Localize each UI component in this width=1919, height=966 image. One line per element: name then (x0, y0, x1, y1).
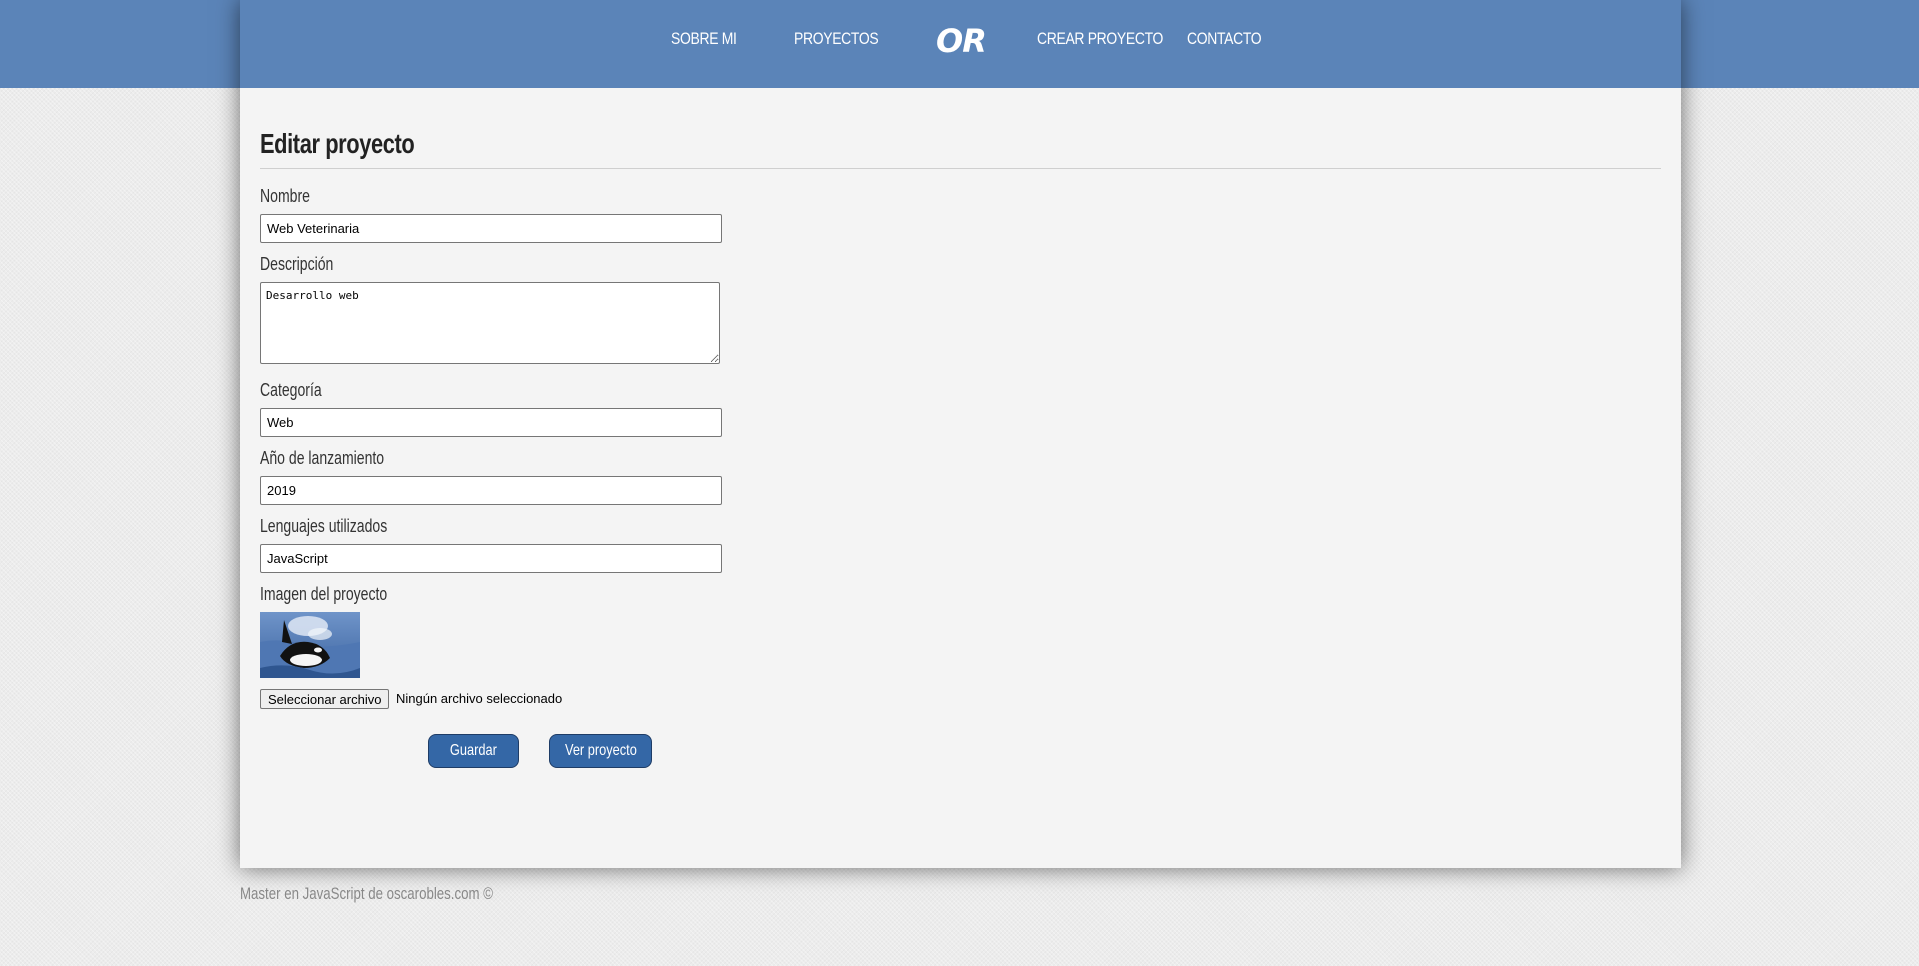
descripcion-label: Descripción (260, 254, 334, 274)
save-button[interactable]: Guardar (428, 734, 519, 768)
page-container: SOBRE MI PROYECTOS OR CREAR PROYECTO CON… (240, 0, 1681, 868)
descripcion-textarea[interactable]: Desarrollo web (260, 282, 720, 364)
nombre-input[interactable] (260, 214, 722, 243)
imagen-label: Imagen del proyecto (260, 584, 388, 604)
main-nav: SOBRE MI PROYECTOS OR CREAR PROYECTO CON… (240, 0, 1681, 88)
lenguajes-input[interactable] (260, 544, 722, 573)
nav-link-contacto[interactable]: CONTACTO (1187, 29, 1262, 49)
page-title: Editar proyecto (260, 128, 415, 159)
anio-label: Año de lanzamiento (260, 448, 385, 468)
file-select-button[interactable]: Seleccionar archivo (260, 689, 390, 709)
lenguajes-label: Lenguajes utilizados (260, 516, 388, 536)
categoria-label: Categoría (260, 380, 322, 400)
orca-image (260, 612, 360, 678)
save-button-label: Guardar (450, 742, 497, 759)
nav-link-crear-proyecto[interactable]: CREAR PROYECTO (1037, 29, 1163, 49)
project-image-thumbnail (260, 612, 360, 678)
view-project-button[interactable]: Ver proyecto (549, 734, 652, 768)
nombre-label: Nombre (260, 186, 310, 206)
file-status-text: Ningún archivo seleccionado (396, 691, 563, 706)
view-project-button-label: Ver proyecto (564, 742, 637, 759)
nav-link-proyectos[interactable]: PROYECTOS (794, 29, 879, 49)
categoria-input[interactable] (260, 408, 722, 437)
site-logo[interactable]: OR (936, 22, 987, 60)
nav-link-sobre-mi[interactable]: SOBRE MI (671, 29, 737, 49)
footer-text: Master en JavaScript de oscarobles.com © (240, 884, 493, 903)
title-divider (260, 168, 1661, 169)
anio-input[interactable] (260, 476, 722, 505)
